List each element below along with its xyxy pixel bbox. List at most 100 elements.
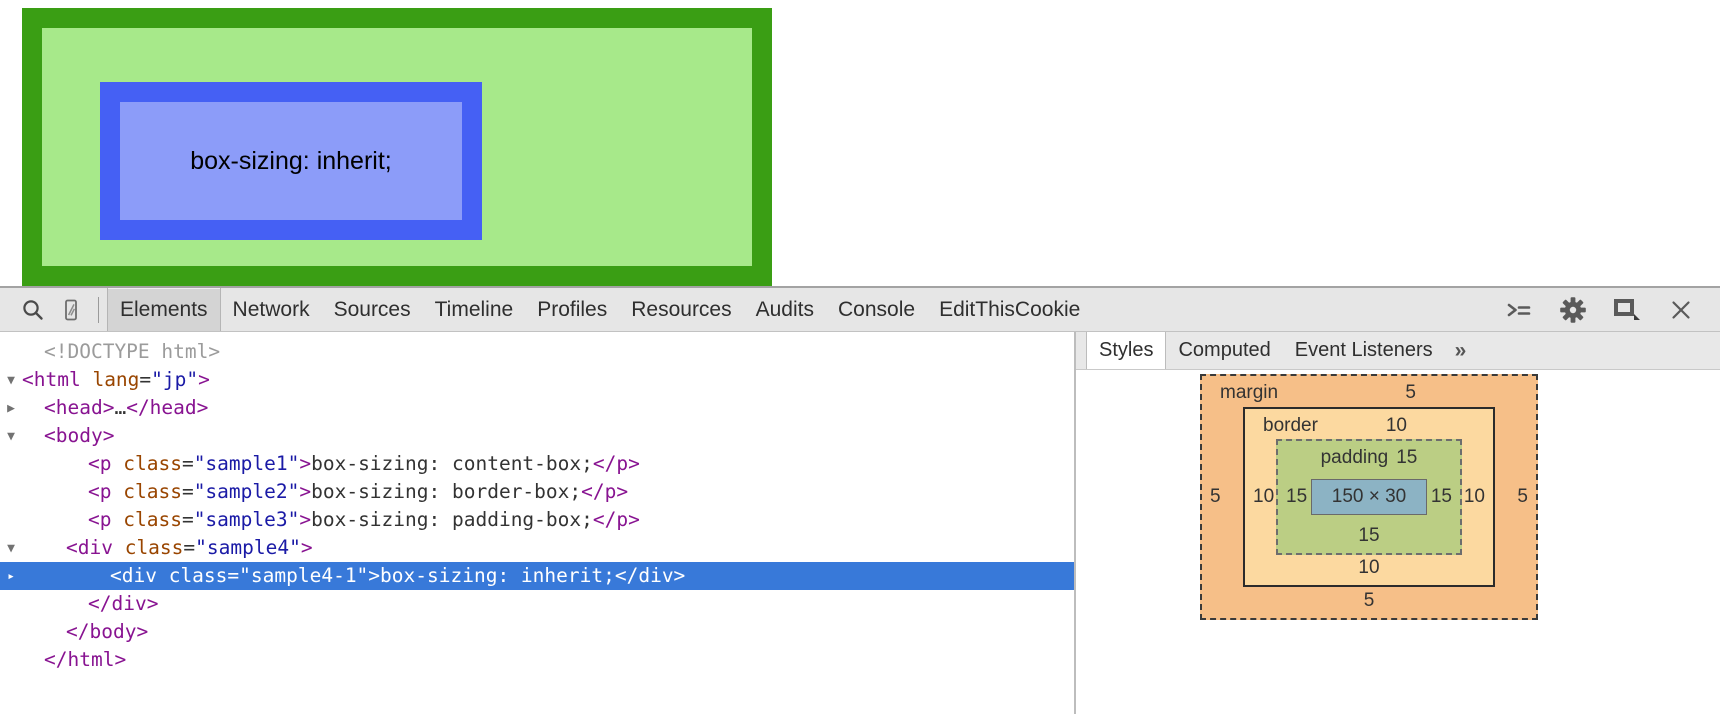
- search-icon[interactable]: [14, 291, 52, 329]
- expand-triangle-down-icon[interactable]: ▼: [0, 423, 22, 451]
- box-model-content-size[interactable]: 150 × 30: [1332, 486, 1407, 508]
- dom-token-tag: >: [299, 508, 312, 531]
- screenshot-root: box-sizing: inherit; Elements Network So…: [0, 0, 1720, 716]
- devtools-tab-bar: Elements Network Sources Timeline Profil…: [107, 288, 1092, 331]
- inspect-element-icon[interactable]: [52, 291, 90, 329]
- box-model-border-header: border 10: [1245, 415, 1493, 437]
- tab-resources[interactable]: Resources: [619, 288, 743, 331]
- dom-token-attr: class: [123, 452, 182, 475]
- box-model-padding-top-value[interactable]: 15: [1396, 447, 1417, 469]
- tab-event-listeners[interactable]: Event Listeners: [1283, 332, 1445, 369]
- box-model-padding-header: padding 15: [1321, 447, 1418, 469]
- box-model-padding-label: padding: [1320, 447, 1389, 468]
- dom-token-doctype: <!DOCTYPE html>: [44, 340, 221, 363]
- dom-token-tag: <div: [66, 536, 125, 559]
- dom-token-val: "sample4-1": [239, 564, 369, 587]
- dom-node-row[interactable]: ▸ </body>: [0, 618, 1074, 646]
- dom-node-row[interactable]: ▼ <div class="sample4">: [0, 534, 1074, 562]
- box-model-margin-top-value[interactable]: 5: [1405, 382, 1416, 404]
- tree-spacer: ▸: [0, 647, 22, 675]
- dom-token-tag: <body>: [44, 424, 115, 447]
- tab-styles[interactable]: Styles: [1086, 332, 1167, 369]
- box-model-border-top-value[interactable]: 10: [1386, 415, 1407, 437]
- expand-triangle-down-icon[interactable]: ▼: [0, 367, 22, 395]
- dom-token-txt: …: [114, 396, 127, 419]
- tab-styles-label: Styles: [1099, 338, 1154, 361]
- dock-panel-icon[interactable]: [1608, 291, 1646, 329]
- box-model-border-left-value[interactable]: 10: [1253, 486, 1274, 508]
- tab-timeline[interactable]: Timeline: [423, 288, 526, 331]
- dom-token-tag: <html: [22, 368, 93, 391]
- dom-token-tag: </html>: [44, 648, 127, 671]
- tab-network[interactable]: Network: [221, 288, 322, 331]
- dom-node-row[interactable]: ▸ <p class="sample1">box-sizing: content-…: [0, 450, 1074, 478]
- dom-node-row[interactable]: ▶ <head>…</head>: [0, 394, 1074, 422]
- tab-audits-label: Audits: [755, 297, 814, 321]
- dom-node-row[interactable]: ▸ </html>: [0, 646, 1074, 674]
- dom-node-row[interactable]: ▼ <html lang="jp">: [0, 366, 1074, 394]
- tab-computed[interactable]: Computed: [1166, 332, 1282, 369]
- dom-token-tag: </p>: [581, 480, 629, 503]
- box-model-padding-region[interactable]: padding 15 15 15 15 150 × 30: [1276, 439, 1462, 555]
- gear-icon[interactable]: [1554, 291, 1592, 329]
- tab-sources[interactable]: Sources: [322, 288, 423, 331]
- box-model-border-right-value[interactable]: 10: [1464, 486, 1485, 508]
- box-model-content-region[interactable]: 150 × 30: [1311, 479, 1427, 515]
- dom-token-tag: >: [299, 452, 312, 475]
- dom-token-attr: class: [168, 564, 228, 587]
- dom-token-attr: lang: [92, 368, 140, 391]
- box-model-border-bottom-value[interactable]: 10: [1358, 557, 1379, 579]
- box-model-margin-header: margin 5: [1202, 382, 1536, 404]
- box-model-diagram: margin 5 5 5 5 border 10 10 10 10 paddin…: [1200, 374, 1538, 620]
- expand-triangle-down-icon[interactable]: ▼: [0, 535, 22, 563]
- dom-token-txt: box-sizing: padding-box;: [311, 508, 593, 531]
- demo-inner-box-sample4-1: box-sizing: inherit;: [100, 82, 482, 240]
- box-model-padding-left-value[interactable]: 15: [1286, 486, 1307, 508]
- dom-token-val: "sample3": [193, 508, 300, 531]
- dom-token-tag: <div: [110, 564, 169, 587]
- tab-computed-label: Computed: [1178, 339, 1271, 361]
- dom-node-row[interactable]: ▸ </div>: [0, 590, 1074, 618]
- styles-sidebar-tab-bar: Styles Computed Event Listeners »: [1076, 332, 1720, 370]
- tree-spacer: ▸: [0, 479, 22, 507]
- dom-token-attr: class: [123, 508, 182, 531]
- box-model-margin-right-value[interactable]: 5: [1517, 486, 1528, 508]
- dom-token-tag: <head>: [44, 396, 115, 419]
- box-model-margin-left-value[interactable]: 5: [1210, 486, 1221, 508]
- dom-token-txt: box-sizing: border-box;: [311, 480, 582, 503]
- more-tabs-chevron-icon[interactable]: »: [1445, 332, 1477, 369]
- tab-profiles[interactable]: Profiles: [525, 288, 619, 331]
- dom-node-row[interactable]: ▸ <p class="sample2">box-sizing: border-b…: [0, 478, 1074, 506]
- tab-audits[interactable]: Audits: [744, 288, 826, 331]
- box-model-padding-right-value[interactable]: 15: [1431, 486, 1452, 508]
- dom-token-tag: </p>: [592, 508, 640, 531]
- dom-node-row-selected[interactable]: ▸ <div class="sample4-1">box-sizing: inhe…: [0, 562, 1074, 590]
- rendered-page-viewport: box-sizing: inherit;: [0, 0, 1720, 286]
- dom-token-attr: class: [123, 480, 182, 503]
- dom-token-tag: </head>: [126, 396, 209, 419]
- tree-spacer: ▸: [0, 507, 22, 535]
- tab-editthiscookie[interactable]: EditThisCookie: [927, 288, 1092, 331]
- dom-token-txt: box-sizing: content-box;: [311, 452, 593, 475]
- dom-token-tag: >: [300, 536, 313, 559]
- box-model-margin-region[interactable]: margin 5 5 5 5 border 10 10 10 10 paddin…: [1200, 374, 1538, 620]
- dom-tree-pane[interactable]: ▸<!DOCTYPE html>▼<html lang="jp">▶<head>…: [0, 332, 1076, 714]
- console-drawer-icon[interactable]: [1500, 291, 1538, 329]
- box-model-border-region[interactable]: border 10 10 10 10 padding 15 15 15 15 1…: [1243, 407, 1495, 587]
- dom-token-tag: >: [299, 480, 312, 503]
- dom-node-row[interactable]: ▼ <body>: [0, 422, 1074, 450]
- dom-node-row[interactable]: ▸ <p class="sample3">box-sizing: padding-…: [0, 506, 1074, 534]
- dom-token-tag: <p: [88, 480, 124, 503]
- dom-node-row[interactable]: ▸ <!DOCTYPE html>: [0, 338, 1074, 366]
- box-model-border-label: border: [1263, 415, 1318, 436]
- close-icon[interactable]: [1662, 291, 1700, 329]
- tab-console[interactable]: Console: [826, 288, 927, 331]
- dom-token-val: "sample4": [195, 536, 301, 559]
- styles-sidebar-pane: Styles Computed Event Listeners » margin…: [1076, 332, 1720, 714]
- box-model-padding-bottom-value[interactable]: 15: [1358, 525, 1379, 547]
- expand-triangle-right-icon[interactable]: ▶: [0, 395, 22, 423]
- tab-timeline-label: Timeline: [434, 297, 514, 321]
- devtools-panel: Elements Network Sources Timeline Profil…: [0, 286, 1720, 716]
- box-model-margin-bottom-value[interactable]: 5: [1364, 590, 1375, 612]
- tab-elements[interactable]: Elements: [107, 288, 221, 331]
